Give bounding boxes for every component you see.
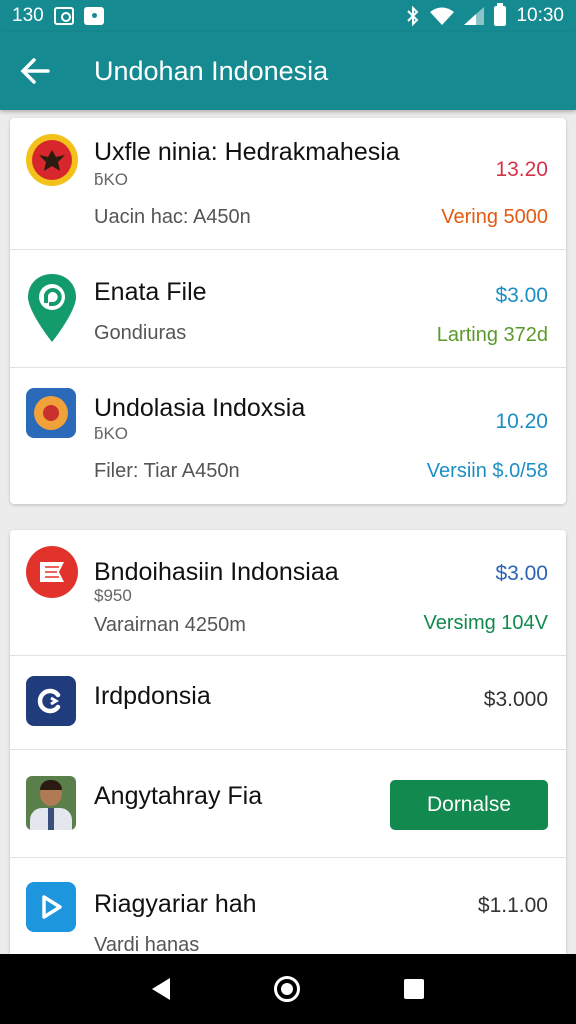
page-title: Undohan Indonesia (94, 55, 329, 86)
item-title: Angytahray Fia (94, 782, 263, 810)
person-avatar-icon (26, 776, 76, 830)
battery-icon (494, 3, 507, 26)
download-button[interactable]: Dornalse (390, 780, 548, 830)
wifi-icon (430, 7, 455, 25)
item-version: Versiin $.0/58 (426, 460, 548, 482)
cell-signal-icon (464, 7, 485, 25)
item-title: Irdpdonsia (94, 682, 211, 710)
nav-back-icon[interactable] (152, 978, 170, 1000)
status-bar: 130 10:30 (0, 0, 576, 32)
list-item[interactable]: Enata File Gondiuras $3.00 Larting 372d (10, 250, 566, 368)
nav-home-icon[interactable] (274, 976, 300, 1002)
item-title: Uxfle ninia: Hedrakmahesia (94, 138, 400, 166)
item-detail: Uacin hac: A450n (94, 206, 251, 228)
item-detail: Varairnan 4250m (94, 614, 246, 636)
item-version: Vering 5000 (441, 206, 548, 228)
item-title: Enata File (94, 278, 207, 306)
app-list-card: Uxfle ninia: Hedrakmahesia ƃKO Uacin hac… (10, 118, 566, 504)
image-notification-icon (53, 7, 74, 25)
garuda-emblem-icon (26, 134, 78, 186)
item-price: $3.000 (483, 688, 548, 711)
flag-icon (26, 546, 78, 598)
item-price: $3.00 (495, 284, 548, 307)
item-version: Larting 372d (436, 324, 548, 346)
item-detail: Filer: Tiar A450n (94, 460, 240, 482)
list-item[interactable]: Uxfle ninia: Hedrakmahesia ƃKO Uacin hac… (10, 118, 566, 250)
list-item[interactable]: Undolasia Indoxsia ƃKO Filer: Tiar A450n… (10, 368, 566, 504)
item-title: Bndoihasiin Indonsiaa (94, 558, 339, 586)
bluetooth-icon (407, 6, 419, 26)
item-subtitle: ƃKO (94, 170, 129, 189)
list-item[interactable]: Bndoihasiin Indonsiaa $950 Varairnan 425… (10, 530, 566, 656)
item-price: $1.1.00 (477, 894, 548, 917)
item-subtitle: ƃKO (94, 424, 129, 443)
item-price: $3.00 (495, 562, 548, 585)
item-title: Undolasia Indoxsia (94, 394, 306, 422)
item-price: 10.20 (495, 410, 548, 433)
emblem-app-icon (26, 388, 76, 438)
item-subtitle: $950 (94, 586, 132, 605)
system-nav-bar (0, 954, 576, 1024)
status-time-left: 130 (12, 5, 44, 26)
back-button[interactable] (0, 32, 70, 110)
list-item[interactable]: Irdpdonsia $3.000 (10, 656, 566, 750)
item-detail: Gondiuras (94, 322, 187, 344)
status-time: 10:30 (516, 5, 564, 26)
list-item[interactable]: Angytahray Fia Dornalse (10, 750, 566, 858)
item-version: Versimg 104V (423, 612, 548, 634)
app-notification-icon (83, 7, 104, 25)
nav-recents-icon[interactable] (404, 979, 424, 999)
arrow-left-icon (20, 58, 50, 84)
play-icon (26, 882, 76, 932)
app-bar: Undohan Indonesia (0, 32, 576, 110)
item-price: 13.20 (495, 158, 548, 181)
app-list-card: Bndoihasiin Indonsiaa $950 Varairnan 425… (10, 530, 566, 970)
map-pin-chat-icon (28, 274, 76, 342)
item-title: Riagyariar hah (94, 890, 257, 918)
refresh-app-icon (26, 676, 76, 726)
